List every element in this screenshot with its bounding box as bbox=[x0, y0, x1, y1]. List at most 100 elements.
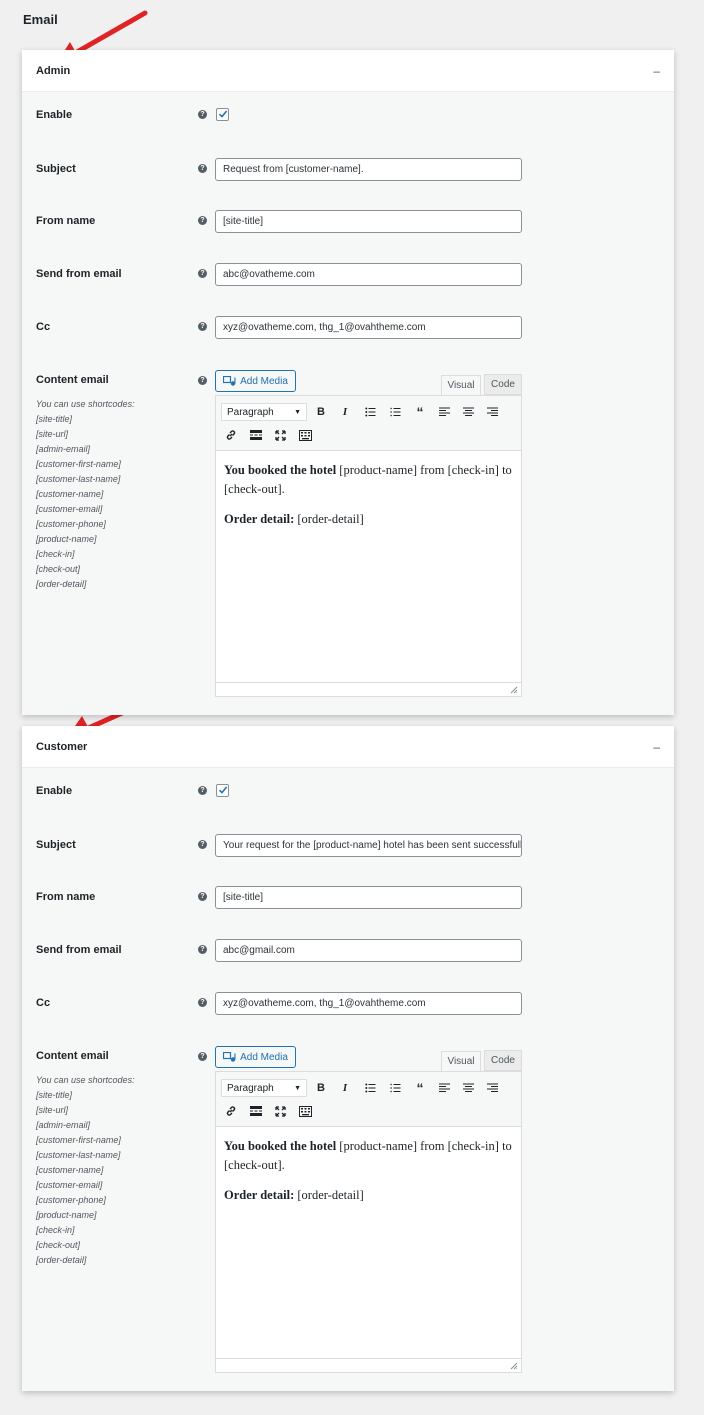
format-select[interactable]: Paragraph ▼ bbox=[221, 1079, 307, 1097]
add-media-button[interactable]: Add Media bbox=[215, 1046, 296, 1068]
help-icon[interactable]: ? bbox=[198, 786, 207, 795]
tab-visual[interactable]: Visual bbox=[441, 1051, 481, 1072]
from-name-label: From name bbox=[36, 215, 96, 227]
help-icon[interactable]: ? bbox=[198, 164, 207, 173]
shortcode-item: [customer-first-name] bbox=[36, 459, 121, 469]
bold-text: Order detail: bbox=[224, 512, 295, 526]
keyboard-icon[interactable] bbox=[296, 426, 314, 444]
editor-status-bar bbox=[216, 1358, 521, 1372]
resize-handle-icon[interactable] bbox=[510, 1362, 518, 1370]
italic-icon[interactable]: I bbox=[336, 403, 354, 421]
help-icon[interactable]: ? bbox=[198, 322, 207, 331]
tab-code[interactable]: Code bbox=[484, 1050, 522, 1071]
blockquote-icon[interactable]: “ bbox=[411, 403, 429, 421]
checkmark-icon bbox=[218, 110, 228, 118]
align-center-icon[interactable] bbox=[459, 1079, 477, 1097]
bold-icon[interactable]: B bbox=[312, 1079, 330, 1097]
help-icon[interactable]: ? bbox=[198, 376, 207, 385]
subject-input[interactable]: Request from [customer-name]. bbox=[215, 158, 522, 181]
enable-checkbox[interactable] bbox=[216, 108, 229, 121]
customer-panel-header[interactable]: Customer – bbox=[22, 726, 674, 768]
admin-panel-header[interactable]: Admin – bbox=[22, 50, 674, 92]
read-more-icon[interactable] bbox=[247, 426, 265, 444]
bullet-list-icon[interactable] bbox=[361, 403, 379, 421]
align-right-icon[interactable] bbox=[483, 1079, 501, 1097]
editor-status-bar bbox=[216, 682, 521, 696]
enable-checkbox[interactable] bbox=[216, 784, 229, 797]
add-media-label: Add Media bbox=[240, 1051, 288, 1063]
shortcode-item: [customer-last-name] bbox=[36, 1150, 121, 1160]
collapse-icon[interactable]: – bbox=[653, 64, 660, 78]
italic-icon[interactable]: I bbox=[336, 1079, 354, 1097]
shortcode-item: [customer-phone] bbox=[36, 1195, 106, 1205]
shortcode-item: [site-title] bbox=[36, 1090, 73, 1100]
tab-visual[interactable]: Visual bbox=[441, 375, 481, 396]
content-text: [order-detail] bbox=[294, 1188, 364, 1202]
shortcodes-intro: You can use shortcodes: bbox=[36, 1075, 135, 1085]
help-icon[interactable]: ? bbox=[198, 892, 207, 901]
shortcode-item: [customer-first-name] bbox=[36, 1135, 121, 1145]
link-icon[interactable] bbox=[222, 1102, 240, 1120]
shortcode-item: [customer-email] bbox=[36, 504, 103, 514]
blockquote-icon[interactable]: “ bbox=[411, 1079, 429, 1097]
send-from-email-input[interactable]: abc@gmail.com bbox=[215, 939, 522, 962]
shortcode-item: [site-title] bbox=[36, 414, 73, 424]
align-left-icon[interactable] bbox=[435, 403, 453, 421]
editor-content[interactable]: You booked the hotel [product-name] from… bbox=[216, 1127, 521, 1226]
content-paragraph: You booked the hotel [product-name] from… bbox=[224, 1137, 513, 1175]
link-icon[interactable] bbox=[222, 426, 240, 444]
shortcode-item: [check-in] bbox=[36, 1225, 75, 1235]
fullscreen-icon[interactable] bbox=[271, 426, 289, 444]
numbered-list-icon[interactable] bbox=[386, 403, 404, 421]
media-icon bbox=[223, 1051, 236, 1062]
subject-input[interactable]: Your request for the [product-name] hote… bbox=[215, 834, 522, 857]
content-email-label: Content email bbox=[36, 374, 109, 386]
shortcode-item: [site-url] bbox=[36, 429, 69, 439]
align-left-icon[interactable] bbox=[435, 1079, 453, 1097]
content-email-editor: Paragraph ▼ B I “ You booked the hotel [… bbox=[215, 395, 522, 697]
cc-label: Cc bbox=[36, 321, 51, 333]
format-select-value: Paragraph bbox=[227, 406, 274, 418]
help-icon[interactable]: ? bbox=[198, 998, 207, 1007]
cc-input[interactable]: xyz@ovatheme.com, thg_1@ovahtheme.com bbox=[215, 316, 522, 339]
from-name-label: From name bbox=[36, 891, 96, 903]
add-media-label: Add Media bbox=[240, 375, 288, 387]
from-name-input[interactable]: [site-title] bbox=[215, 210, 522, 233]
align-right-icon[interactable] bbox=[483, 403, 501, 421]
keyboard-icon[interactable] bbox=[296, 1102, 314, 1120]
shortcode-item: [product-name] bbox=[36, 534, 97, 544]
help-icon[interactable]: ? bbox=[198, 945, 207, 954]
help-icon[interactable]: ? bbox=[198, 110, 207, 119]
read-more-icon[interactable] bbox=[247, 1102, 265, 1120]
shortcode-item: [site-url] bbox=[36, 1105, 69, 1115]
send-from-email-input[interactable]: abc@ovatheme.com bbox=[215, 263, 522, 286]
subject-label: Subject bbox=[36, 163, 76, 175]
editor-toolbar: Paragraph ▼ B I “ bbox=[216, 1072, 521, 1127]
help-icon[interactable]: ? bbox=[198, 840, 207, 849]
shortcode-item: [check-in] bbox=[36, 549, 75, 559]
send-from-email-label: Send from email bbox=[36, 944, 122, 956]
collapse-icon[interactable]: – bbox=[653, 740, 660, 754]
add-media-button[interactable]: Add Media bbox=[215, 370, 296, 392]
cc-label: Cc bbox=[36, 997, 51, 1009]
content-text: [order-detail] bbox=[294, 512, 364, 526]
bullet-list-icon[interactable] bbox=[361, 1079, 379, 1097]
format-select[interactable]: Paragraph ▼ bbox=[221, 403, 307, 421]
editor-toolbar: Paragraph ▼ B I “ bbox=[216, 396, 521, 451]
from-name-input[interactable]: [site-title] bbox=[215, 886, 522, 909]
help-icon[interactable]: ? bbox=[198, 269, 207, 278]
bold-icon[interactable]: B bbox=[312, 403, 330, 421]
help-icon[interactable]: ? bbox=[198, 1052, 207, 1061]
fullscreen-icon[interactable] bbox=[271, 1102, 289, 1120]
numbered-list-icon[interactable] bbox=[386, 1079, 404, 1097]
align-center-icon[interactable] bbox=[459, 403, 477, 421]
editor-content[interactable]: You booked the hotel [product-name] from… bbox=[216, 451, 521, 550]
panel-title: Customer bbox=[36, 740, 88, 753]
help-icon[interactable]: ? bbox=[198, 216, 207, 225]
cc-input[interactable]: xyz@ovatheme.com, thg_1@ovahtheme.com bbox=[215, 992, 522, 1015]
resize-handle-icon[interactable] bbox=[510, 686, 518, 694]
shortcode-item: [customer-name] bbox=[36, 489, 104, 499]
content-paragraph: Order detail: [order-detail] bbox=[224, 510, 513, 529]
content-email-editor: Paragraph ▼ B I “ You booked the hotel [… bbox=[215, 1071, 522, 1373]
tab-code[interactable]: Code bbox=[484, 374, 522, 395]
